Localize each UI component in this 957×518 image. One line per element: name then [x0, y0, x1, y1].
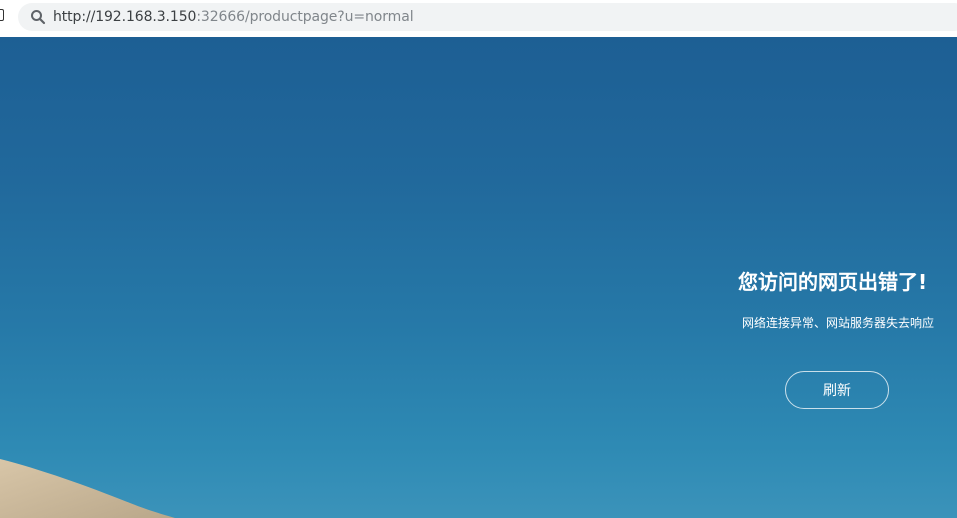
address-bar[interactable]: http://192.168.3.150:32666/productpage?u… [18, 3, 957, 31]
error-page-background: 您访问的网页出错了! 网络连接异常、网站服务器失去响应 刷新 [0, 37, 957, 518]
page-info-icon[interactable] [0, 9, 4, 21]
error-subtitle: 网络连接异常、网站服务器失去响应 [742, 316, 935, 330]
url-host: http://192.168.3.150 [53, 9, 197, 25]
refresh-button[interactable]: 刷新 [785, 371, 889, 409]
browser-window: http://192.168.3.150:32666/productpage?u… [0, 0, 957, 518]
url-text[interactable]: http://192.168.3.150:32666/productpage?u… [53, 9, 414, 25]
search-icon [31, 10, 46, 25]
browser-toolbar: http://192.168.3.150:32666/productpage?u… [0, 0, 957, 36]
url-path: :32666/productpage?u=normal [196, 9, 414, 25]
error-title: 您访问的网页出错了! [738, 270, 928, 294]
